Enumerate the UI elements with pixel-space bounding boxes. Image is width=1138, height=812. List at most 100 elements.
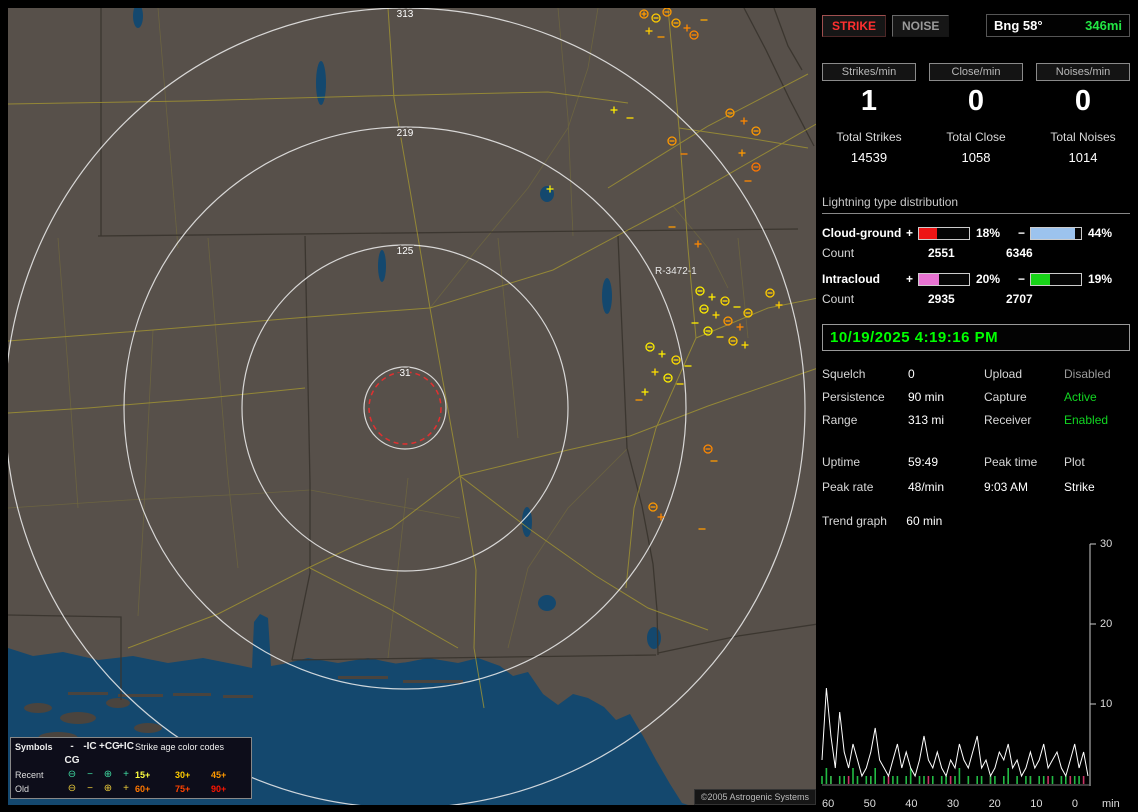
age-code-15: 15+ xyxy=(135,770,151,780)
range-value: 313 mi xyxy=(908,413,945,427)
legend-age-header: Strike age color codes xyxy=(135,742,225,752)
legend-col-pos-cg: +CG xyxy=(99,741,120,752)
cg-negative-pct: 44% xyxy=(1088,226,1113,240)
trend-chart: 30 20 10 60 50 40 30 20 10 0 min xyxy=(821,538,1130,810)
receiver-status: Enabled xyxy=(1064,413,1109,427)
trend-y-tick: 20 xyxy=(1100,618,1113,630)
minus-icon: − xyxy=(87,769,93,780)
map-panel[interactable]: 313 219 125 31 R-3472-1 Symbols -CG -IC +CG… xyxy=(8,8,816,805)
rate-stats-row: Strikes/min 1 Total Strikes 14539 Close/… xyxy=(822,63,1130,165)
capture-status: Active xyxy=(1064,390,1097,404)
ic-negative-count: 2707 xyxy=(1006,292,1033,306)
total-noises-value: 1014 xyxy=(1068,150,1098,165)
noises-per-min-stat: Noises/min 0 Total Noises 1014 xyxy=(1036,63,1130,165)
trend-x-tick: 10 xyxy=(1030,798,1043,810)
total-strikes-value: 14539 xyxy=(850,150,888,165)
trend-x-tick: 60 xyxy=(822,798,835,810)
svg-text:219: 219 xyxy=(397,128,414,139)
squelch-label: Squelch xyxy=(822,367,866,381)
upload-label: Upload xyxy=(984,367,1023,381)
total-close-label: Total Close xyxy=(946,130,1006,144)
count-label: Count xyxy=(822,292,855,306)
trend-x-tick: 30 xyxy=(946,798,960,810)
cg-negative-count: 6346 xyxy=(1006,246,1033,260)
close-per-min-label: Close/min xyxy=(929,63,1023,81)
strikes-per-min-value: 1 xyxy=(860,85,878,117)
plus-sign: + xyxy=(906,226,914,240)
trend-duration-value: 60 min xyxy=(906,514,943,528)
svg-text:31: 31 xyxy=(399,368,411,379)
peak-rate-value: 48/min xyxy=(908,480,945,494)
noise-mode-button[interactable]: NOISE xyxy=(892,14,950,37)
receiver-label: Receiver xyxy=(984,413,1032,427)
trend-x-axis-labels: 60 50 40 30 20 10 0 xyxy=(822,798,1078,810)
minus-sign: − xyxy=(1018,226,1026,240)
minus-icon: − xyxy=(87,783,93,794)
cg-negative-bar xyxy=(1030,226,1082,240)
cloud-ground-row: Cloud-ground + 18% − 44% xyxy=(822,226,1130,240)
peak-time-label: Peak time xyxy=(984,455,1038,469)
trend-x-tick: 20 xyxy=(988,798,1001,810)
age-code-90: 90+ xyxy=(211,784,227,794)
bearing-readout: Bng 58° 346mi xyxy=(986,14,1130,37)
close-per-min-value: 0 xyxy=(967,85,985,117)
ic-negative-bar xyxy=(1030,272,1082,286)
persistence-value: 90 min xyxy=(908,390,945,404)
plus-icon: + xyxy=(123,769,129,780)
cg-positive-count: 2551 xyxy=(928,246,955,260)
legend-col-neg-ic: -IC xyxy=(83,741,97,752)
svg-text:313: 313 xyxy=(397,9,414,20)
uptime-value: 59:49 xyxy=(908,455,939,469)
age-code-30: 30+ xyxy=(175,770,191,780)
copyright-notice: ©2005 Astrogenic Systems xyxy=(693,789,816,805)
ic-positive-pct: 20% xyxy=(976,272,1001,286)
strike-mode-button[interactable]: STRIKE xyxy=(822,14,887,37)
plot-mode-value: Strike xyxy=(1064,480,1095,494)
trend-x-tick: 40 xyxy=(905,798,918,810)
cloud-ground-label: Cloud-ground xyxy=(822,226,902,240)
ic-positive-bar xyxy=(918,272,970,286)
bearing-distance: 346mi xyxy=(1085,18,1122,33)
settings-grid: Squelch 0 Upload Disabled Persistence 90… xyxy=(822,367,1130,427)
total-noises-label: Total Noises xyxy=(1050,130,1116,144)
trend-graph-header: Trend graph 60 min xyxy=(822,514,1130,528)
intracloud-count-row: Count 2935 2707 xyxy=(822,292,1130,306)
plus-icon: + xyxy=(123,783,129,794)
age-code-45: 45+ xyxy=(211,770,227,780)
circle-plus-icon: ⊕ xyxy=(103,769,113,780)
app-window: 313 219 125 31 R-3472-1 Symbols -CG -IC +CG… xyxy=(0,0,1138,812)
legend-old-label: Old xyxy=(15,784,30,794)
peak-time-value: 9:03 AM xyxy=(984,480,1029,494)
noises-per-min-label: Noises/min xyxy=(1036,63,1130,81)
cg-positive-bar xyxy=(918,226,970,240)
map-view[interactable]: 313 219 125 31 R-3472-1 xyxy=(8,8,816,805)
trend-y-tick: 10 xyxy=(1100,698,1113,710)
noises-per-min-value: 0 xyxy=(1074,85,1092,117)
legend-col-neg-cg: -CG xyxy=(64,741,80,766)
plus-sign: + xyxy=(906,272,914,286)
persistence-label: Persistence xyxy=(822,390,885,404)
trend-x-tick: 0 xyxy=(1071,798,1078,810)
distribution-title: Lightning type distribution xyxy=(822,195,1130,214)
cloud-ground-count-row: Count 2551 6346 xyxy=(822,246,1130,260)
plot-label: Plot xyxy=(1064,455,1085,469)
bearing-label: Bng 58° xyxy=(994,18,1043,33)
ic-negative-pct: 19% xyxy=(1088,272,1113,286)
trend-plot xyxy=(821,543,1096,786)
count-label: Count xyxy=(822,246,855,260)
legend-recent-label: Recent xyxy=(15,770,44,780)
peak-rate-label: Peak rate xyxy=(822,480,874,494)
circle-plus-icon: ⊕ xyxy=(103,783,113,794)
range-label: Range xyxy=(822,413,858,427)
display-mode-row: STRIKE NOISE Bng 58° 346mi xyxy=(822,14,1130,37)
legend-col-pos-ic: +IC xyxy=(118,741,134,752)
map-legend: Symbols -CG -IC +CG +IC Strike age color… xyxy=(10,737,252,799)
restricted-area-label: R-3472-1 xyxy=(655,266,697,277)
svg-text:125: 125 xyxy=(397,246,414,257)
info-grid: Uptime 59:49 Peak time Plot Peak rate 48… xyxy=(822,455,1130,494)
age-code-75: 75+ xyxy=(175,784,191,794)
minus-sign: − xyxy=(1018,272,1026,286)
close-per-min-stat: Close/min 0 Total Close 1058 xyxy=(929,63,1023,165)
uptime-label: Uptime xyxy=(822,455,861,469)
upload-status: Disabled xyxy=(1064,367,1111,381)
